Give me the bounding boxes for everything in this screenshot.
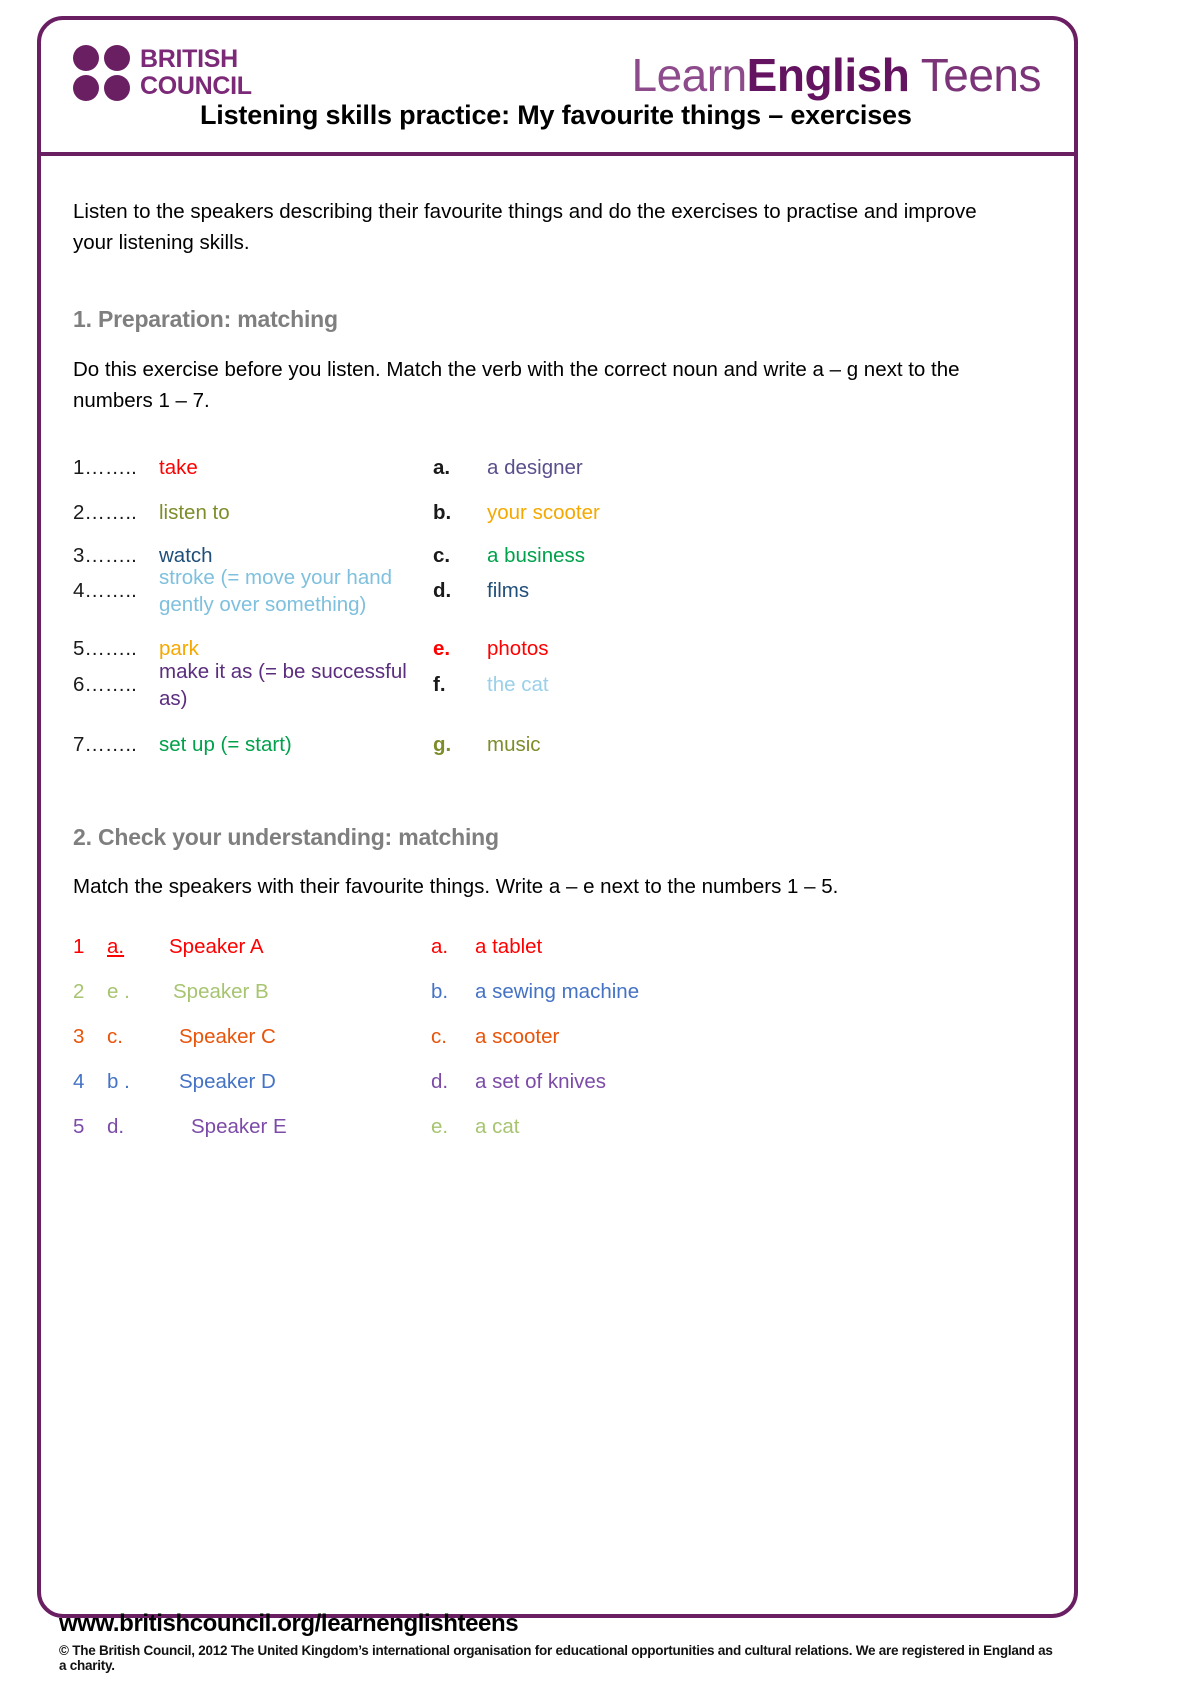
- exercise-2-speaker-cell[interactable]: 5 d. Speaker E: [73, 1115, 431, 1139]
- exercise-1-heading: 1. Preparation: matching: [73, 306, 338, 332]
- exercise-2-item-number: 4: [73, 1069, 85, 1093]
- exercise-1-answer-blank[interactable]: 7……..: [73, 733, 159, 757]
- exercise-2-heading: 2. Check your understanding: matching: [73, 823, 499, 850]
- intro-paragraph: Listen to the speakers describing their …: [73, 200, 977, 254]
- exercise-1-noun: films: [487, 579, 530, 602]
- logo-english: English: [746, 49, 910, 101]
- exercise-1-row: 2…….. listen to b. your scooter: [73, 491, 1042, 535]
- british-council-logo: BRITISH COUNCIL: [73, 45, 252, 101]
- exercise-2-speaker-label: Speaker B: [173, 979, 269, 1003]
- exercise-2-option-text: a tablet: [475, 934, 543, 958]
- exercise-1-row: 1…….. take a. a designer: [73, 446, 1042, 490]
- exercise-2-option-text: a sewing machine: [475, 979, 640, 1003]
- exercise-1-noun: music: [487, 733, 541, 756]
- document-footer: www.britishcouncil.org/learnenglishteens…: [37, 1610, 1078, 1673]
- exercise-1-verb-cell[interactable]: 4…….. stroke (= move your hand gently ove…: [73, 564, 433, 618]
- exercise-2-item-number: 3: [73, 1024, 85, 1048]
- exercise-2-answer-field[interactable]: e .: [107, 980, 169, 1004]
- exercise-1-option-letter: b.: [433, 500, 452, 524]
- exercise-1-option-letter: a.: [433, 455, 451, 479]
- exercise-2-instruction: Match the speakers with their favourite …: [73, 875, 839, 898]
- exercise-2-speaker-cell[interactable]: 1 a. Speaker A: [73, 935, 431, 959]
- logo-teens: Teens: [909, 49, 1042, 101]
- exercise-1-noun-cell: b. your scooter: [433, 499, 1042, 526]
- exercise-1-verb: stroke (= move your hand gently over som…: [159, 565, 393, 616]
- exercise-2-row: 3 c. Speaker C c. a scooter: [73, 1014, 1042, 1059]
- exercise-1-verb: listen to: [159, 501, 230, 524]
- exercise-1-answer-blank[interactable]: 6……..: [73, 673, 159, 697]
- exercise-2-speaker-cell[interactable]: 4 b . Speaker D: [73, 1070, 431, 1094]
- exercise-1-noun: the cat: [487, 673, 549, 696]
- exercise-1-verb-cell[interactable]: 6…….. make it as (= be successful as): [73, 658, 433, 712]
- exercise-1-row: 6…….. make it as (= be successful as) f. th…: [73, 658, 1042, 712]
- exercise-1-answer-blank[interactable]: 2……..: [73, 501, 159, 525]
- exercise-1-noun-cell: g. music: [433, 731, 1042, 758]
- exercise-1-verb-cell[interactable]: 2…….. listen to: [73, 499, 433, 526]
- exercise-1-matching-list: 1…….. take a. a designer 2…….. listen to b. you…: [73, 446, 1042, 776]
- exercise-2-item-number: 2: [73, 979, 85, 1003]
- exercise-1-row: 4…….. stroke (= move your hand gently ove…: [73, 564, 1042, 618]
- exercise-2-option-letter: c.: [431, 1024, 447, 1048]
- exercise-2-speaker-label: Speaker D: [179, 1069, 276, 1093]
- exercise-1-row: 7…….. set up (= start) g. music: [73, 723, 1042, 767]
- learnenglish-teens-logo: LearnEnglish Teens: [631, 49, 1042, 101]
- exercise-2-row: 1 a. Speaker Aa. a tablet: [73, 924, 1042, 969]
- exercise-2-answer-field[interactable]: a.: [107, 935, 169, 959]
- exercise-1-answer-blank[interactable]: 1……..: [73, 456, 159, 480]
- exercise-2-thing-cell: b. a sewing machine: [431, 980, 1042, 1004]
- exercise-1-instruction: Do this exercise before you listen. Matc…: [73, 357, 960, 412]
- exercise-1-verb: make it as (= be successful as): [159, 659, 407, 710]
- footer-website-url[interactable]: www.britishcouncil.org/learnenglishteens: [59, 1610, 1056, 1638]
- british-council-wordmark: BRITISH COUNCIL: [140, 46, 252, 100]
- exercise-1-noun-cell: a. a designer: [433, 454, 1042, 481]
- exercise-2-speaker-label: Speaker A: [169, 934, 264, 958]
- exercise-1-verb-cell[interactable]: 1…….. take: [73, 454, 433, 481]
- exercise-2-option-letter: b.: [431, 979, 449, 1003]
- document-header: BRITISH COUNCIL LearnEnglish Teens: [37, 16, 1078, 156]
- exercise-1-noun-cell: d. films: [433, 577, 1042, 604]
- exercise-2-option-letter: d.: [431, 1069, 449, 1093]
- exercise-1-noun: your scooter: [487, 501, 600, 524]
- exercise-2-row: 4 b . Speaker D d. a set of knives: [73, 1059, 1042, 1104]
- exercise-1-option-letter: d.: [433, 578, 452, 602]
- page-title: Listening skills practice: My favourite …: [200, 100, 912, 130]
- exercise-2-row: 5 d. Speaker E e. a cat: [73, 1104, 1042, 1149]
- exercise-2-speaker-label: Speaker C: [179, 1024, 276, 1048]
- exercise-1-verb-cell[interactable]: 7…….. set up (= start): [73, 731, 433, 758]
- exercise-1-option-letter: f.: [433, 672, 446, 696]
- exercise-2-answer-field[interactable]: b .: [107, 1070, 169, 1094]
- exercise-2-matching-list: 1 a. Speaker Aa. a tablet 2 e . Speaker Bb. a s…: [73, 924, 1042, 1149]
- exercise-2-option-text: a set of knives: [475, 1069, 607, 1093]
- exercise-2-speaker-cell[interactable]: 3 c. Speaker C: [73, 1025, 431, 1049]
- exercise-2-option-text: a cat: [475, 1114, 520, 1138]
- exercise-2-item-number: 1: [73, 934, 85, 958]
- exercise-2-thing-cell: c. a scooter: [431, 1025, 1042, 1049]
- exercise-2-option-letter: a.: [431, 934, 449, 958]
- exercise-1-answer-blank[interactable]: 4……..: [73, 579, 159, 603]
- british-council-dots-icon: [73, 45, 131, 101]
- exercise-2-thing-cell: a. a tablet: [431, 935, 1042, 959]
- exercise-1-noun: a designer: [487, 456, 583, 479]
- exercise-2-answer-field[interactable]: d.: [107, 1115, 169, 1139]
- exercise-1-option-letter: g.: [433, 732, 452, 756]
- document-body: Listen to the speakers describing their …: [37, 156, 1078, 1149]
- footer-copyright: © The British Council, 2012 The United K…: [59, 1643, 1053, 1673]
- exercise-2-thing-cell: d. a set of knives: [431, 1070, 1042, 1094]
- exercise-2-option-text: a scooter: [475, 1024, 560, 1048]
- exercise-2-item-number: 5: [73, 1114, 85, 1138]
- british-council-line1: BRITISH: [140, 45, 238, 73]
- exercise-2-row: 2 e . Speaker B b. a sewing machine: [73, 969, 1042, 1014]
- exercise-2-speaker-label: Speaker E: [191, 1114, 287, 1138]
- exercise-2-answer-field[interactable]: c.: [107, 1025, 169, 1049]
- exercise-1-noun-cell: f. the cat: [433, 671, 1042, 698]
- exercise-2-speaker-cell[interactable]: 2 e . Speaker B: [73, 980, 431, 1004]
- exercise-1-verb: take: [159, 456, 198, 479]
- exercise-2-option-letter: e.: [431, 1114, 449, 1138]
- logo-learn: Learn: [631, 49, 748, 101]
- exercise-1-verb: set up (= start): [159, 733, 292, 756]
- exercise-2-thing-cell: e. a cat: [431, 1115, 1042, 1139]
